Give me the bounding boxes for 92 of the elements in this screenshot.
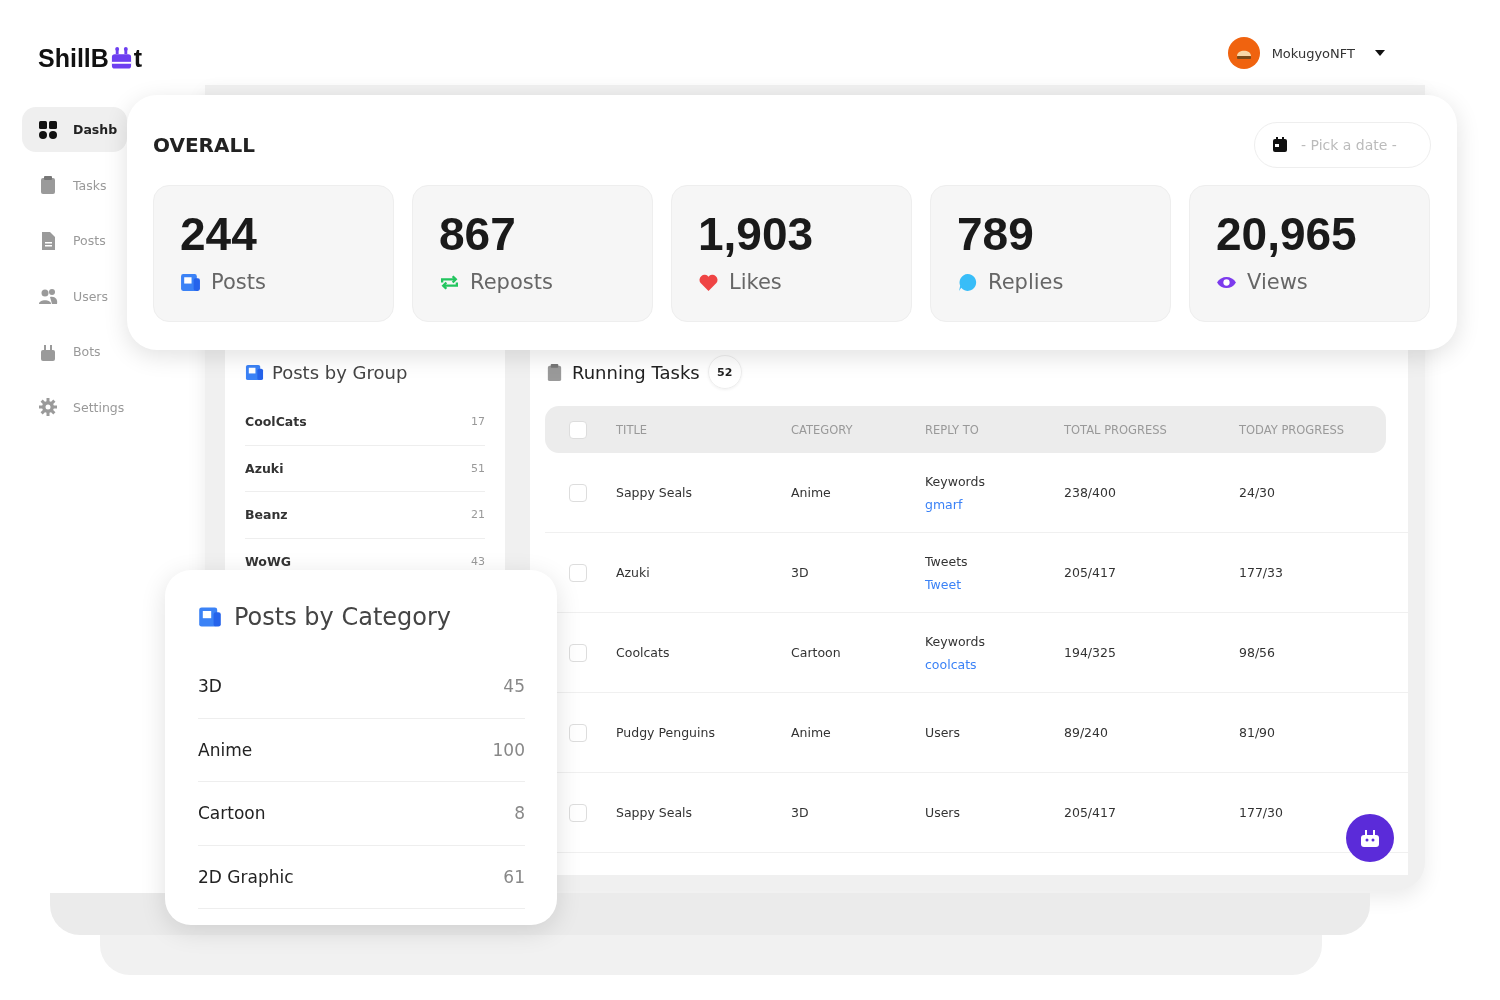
- column-header: TODAY PROGRESS: [1239, 422, 1346, 437]
- group-count: 21: [471, 508, 485, 522]
- stat-label: Likes: [729, 270, 782, 294]
- reply-link[interactable]: coolcats: [925, 656, 977, 672]
- stat-value: 867: [439, 207, 517, 262]
- stat-value: 20,965: [1216, 207, 1358, 262]
- section-title: OVERALL: [153, 133, 255, 157]
- table-cell-text: Azuki: [616, 565, 651, 580]
- category-name: 3D: [198, 676, 222, 697]
- posts-icon: [180, 271, 201, 293]
- column-header: CATEGORY: [791, 422, 854, 437]
- reply-link[interactable]: gmarf: [925, 496, 963, 512]
- sidebar-item[interactable]: Tasks: [22, 162, 127, 208]
- category-count: 45: [503, 676, 525, 697]
- sidebar-item[interactable]: Bots: [22, 329, 127, 374]
- checkbox[interactable]: [569, 723, 587, 742]
- table-cell-text: 177/30: [1239, 805, 1284, 820]
- chat-bubble-icon: [957, 271, 978, 293]
- sidebar-item[interactable]: Posts: [22, 218, 127, 263]
- table-cell-text: 238/400: [1064, 485, 1117, 500]
- table-cell-text: Sappy Seals: [616, 485, 694, 500]
- group-name: Azuki: [245, 460, 284, 476]
- robot-icon: [109, 46, 133, 70]
- category-count: 61: [503, 866, 525, 887]
- group-count: 17: [471, 415, 485, 429]
- table-cell: Tweets: [925, 553, 968, 569]
- user-name[interactable]: MokugyoNFT: [1271, 45, 1355, 61]
- stat-value: 789: [957, 207, 1035, 262]
- grid-icon: [38, 119, 58, 140]
- settings-icon: [38, 397, 58, 417]
- table-cell-text: Sappy Seals: [616, 805, 694, 820]
- column-header: TITLE: [616, 422, 649, 437]
- table-cell: Users: [925, 725, 960, 740]
- table-cell-text: Anime: [791, 485, 832, 500]
- group-name: Beanz: [245, 507, 288, 523]
- table-cell-text: 3D: [791, 565, 810, 580]
- table-cell-text: 205/417: [1064, 565, 1117, 580]
- logo-text: ShillB: [38, 44, 109, 73]
- sidebar-item[interactable]: Users: [22, 273, 127, 319]
- avatar[interactable]: [1227, 37, 1260, 69]
- table-cell-text: Cartoon: [791, 645, 842, 660]
- checkbox[interactable]: [569, 420, 587, 439]
- table-cell-text: Pudgy Penguins: [616, 725, 716, 740]
- table-cell: Users: [925, 805, 960, 820]
- table-cell-text: 194/325: [1064, 645, 1117, 660]
- checkbox[interactable]: [569, 483, 587, 502]
- card-title: Posts by Category: [234, 603, 452, 631]
- stat-label: Replies: [988, 270, 1064, 294]
- checkbox[interactable]: [569, 643, 587, 662]
- group-name: CoolCats: [245, 414, 307, 430]
- table-cell-text: 89/240: [1064, 725, 1109, 740]
- category-name: Cartoon: [198, 803, 266, 824]
- category-name: Anime: [198, 739, 253, 760]
- stat-value: 244: [180, 207, 258, 262]
- stat-label: Posts: [211, 270, 266, 294]
- sidebar-item[interactable]: Dashb: [22, 107, 127, 152]
- stat-value: 1,903: [698, 207, 815, 262]
- table-cell-text: 177/33: [1239, 565, 1284, 580]
- calendar-icon: [1272, 137, 1288, 153]
- clipboard-icon: [545, 362, 564, 382]
- group-count: 43: [471, 554, 485, 568]
- table-cell-text: 98/56: [1239, 645, 1277, 660]
- checkbox[interactable]: [569, 803, 587, 822]
- table-cell-text: 205/417: [1064, 805, 1117, 820]
- category-name: 2D Graphic: [198, 866, 294, 887]
- table-cell-text: Coolcats: [616, 645, 671, 660]
- group-count: 51: [471, 461, 485, 475]
- stat-label: Views: [1247, 270, 1308, 294]
- column-header: TOTAL PROGRESS: [1064, 422, 1168, 437]
- category-count: 8: [514, 803, 525, 824]
- table-cell-text: 3D: [791, 805, 810, 820]
- card-title: Posts by Group: [272, 361, 408, 383]
- table-cell: Keywords: [925, 473, 985, 489]
- stat-label: Reposts: [470, 270, 553, 294]
- table-cell-text: 81/90: [1239, 725, 1277, 740]
- table-cell-text: Anime: [791, 725, 832, 740]
- table-cell: Keywords: [925, 633, 985, 649]
- logo-text: t: [133, 44, 143, 73]
- category-count: 100: [492, 739, 525, 760]
- table-cell-text: 24/30: [1239, 485, 1277, 500]
- card-title: Running Tasks: [572, 361, 700, 383]
- caret-icon[interactable]: [1375, 50, 1385, 56]
- column-header: REPLY TO: [925, 422, 980, 437]
- users-icon: [38, 286, 58, 306]
- checkbox[interactable]: [569, 563, 587, 582]
- group-name: WoWG: [245, 553, 291, 569]
- date-field[interactable]: - Pick a date -: [1254, 122, 1431, 168]
- posts-icon: [245, 362, 264, 382]
- reply-link[interactable]: Tweet: [925, 576, 962, 592]
- posts-icon: [198, 605, 222, 629]
- clipboard-icon: [38, 175, 58, 195]
- sidebar-item[interactable]: Settings: [22, 384, 127, 430]
